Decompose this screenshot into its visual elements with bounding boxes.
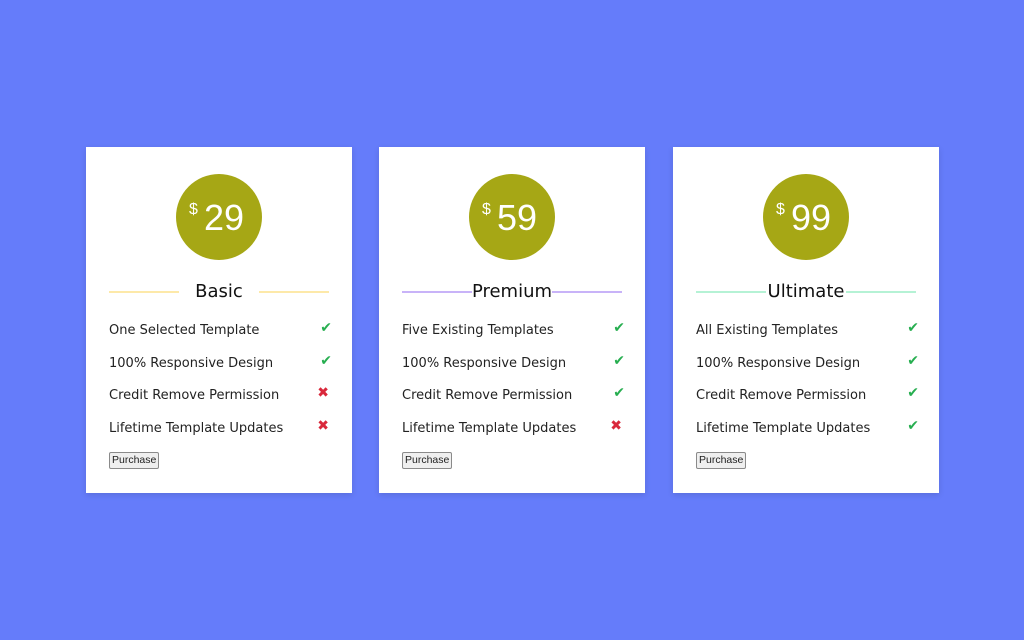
- feature-list: One Selected Template ✔ 100% Responsive …: [109, 319, 332, 449]
- feature-item: One Selected Template ✔: [109, 319, 332, 352]
- price-amount: 59: [497, 197, 538, 238]
- plan-title-row: Basic: [109, 279, 329, 305]
- divider-right: [846, 291, 916, 293]
- price-badge: $ 59: [469, 174, 555, 260]
- price-amount: 99: [791, 197, 832, 238]
- purchase-button[interactable]: Purchase: [109, 452, 160, 469]
- pricing-card-basic: $ 29 Basic One Selected Template ✔ 100% …: [86, 147, 352, 493]
- feature-label: Credit Remove Permission: [109, 388, 280, 403]
- currency-symbol: $: [189, 201, 198, 218]
- currency-symbol: $: [776, 201, 785, 218]
- feature-label: Credit Remove Permission: [402, 388, 573, 403]
- feature-label: Lifetime Template Updates: [696, 420, 871, 436]
- feature-label: Credit Remove Permission: [696, 388, 867, 403]
- feature-item: Lifetime Template Updates ✖: [402, 417, 625, 450]
- feature-label: 100% Responsive Design: [402, 355, 567, 371]
- check-icon: ✔: [613, 320, 625, 336]
- feature-label: Lifetime Template Updates: [109, 420, 284, 436]
- cross-icon: ✖: [610, 417, 622, 434]
- check-icon: ✔: [613, 385, 625, 401]
- check-icon: ✔: [907, 385, 919, 401]
- plan-title-row: Premium: [402, 279, 622, 305]
- feature-label: Lifetime Template Updates: [402, 420, 577, 436]
- feature-item: Lifetime Template Updates ✖: [109, 417, 332, 450]
- price-badge: $ 99: [763, 174, 849, 260]
- feature-item: All Existing Templates ✔: [696, 319, 919, 352]
- check-icon: ✔: [613, 352, 625, 369]
- pricing-card-premium: $ 59 Premium Five Existing Templates ✔ 1…: [379, 147, 645, 493]
- feature-item: 100% Responsive Design ✔: [109, 352, 332, 385]
- pricing-card-ultimate: $ 99 Ultimate All Existing Templates ✔ 1…: [673, 147, 939, 493]
- purchase-button[interactable]: Purchase: [696, 452, 747, 469]
- feature-label: One Selected Template: [109, 323, 260, 338]
- feature-label: Five Existing Templates: [402, 323, 554, 338]
- feature-label: All Existing Templates: [696, 323, 838, 338]
- feature-item: Credit Remove Permission ✔: [402, 384, 625, 417]
- feature-item: Five Existing Templates ✔: [402, 319, 625, 352]
- plan-title-row: Ultimate: [696, 279, 916, 305]
- currency-symbol: $: [482, 201, 491, 218]
- feature-item: 100% Responsive Design ✔: [696, 352, 919, 385]
- feature-list: All Existing Templates ✔ 100% Responsive…: [696, 319, 919, 449]
- cross-icon: ✖: [317, 417, 329, 434]
- check-icon: ✔: [907, 320, 919, 336]
- price-amount: 29: [204, 197, 245, 238]
- feature-item: Credit Remove Permission ✖: [109, 384, 332, 417]
- divider-right: [552, 291, 622, 293]
- purchase-button[interactable]: Purchase: [402, 452, 453, 469]
- feature-item: 100% Responsive Design ✔: [402, 352, 625, 385]
- cross-icon: ✖: [317, 385, 329, 401]
- check-icon: ✔: [320, 352, 332, 369]
- price-badge: $ 29: [176, 174, 262, 260]
- check-icon: ✔: [907, 417, 919, 434]
- feature-item: Credit Remove Permission ✔: [696, 384, 919, 417]
- check-icon: ✔: [320, 320, 332, 336]
- divider-right: [259, 291, 329, 293]
- feature-item: Lifetime Template Updates ✔: [696, 417, 919, 450]
- feature-list: Five Existing Templates ✔ 100% Responsiv…: [402, 319, 625, 449]
- check-icon: ✔: [907, 352, 919, 369]
- feature-label: 100% Responsive Design: [696, 355, 861, 371]
- feature-label: 100% Responsive Design: [109, 355, 274, 371]
